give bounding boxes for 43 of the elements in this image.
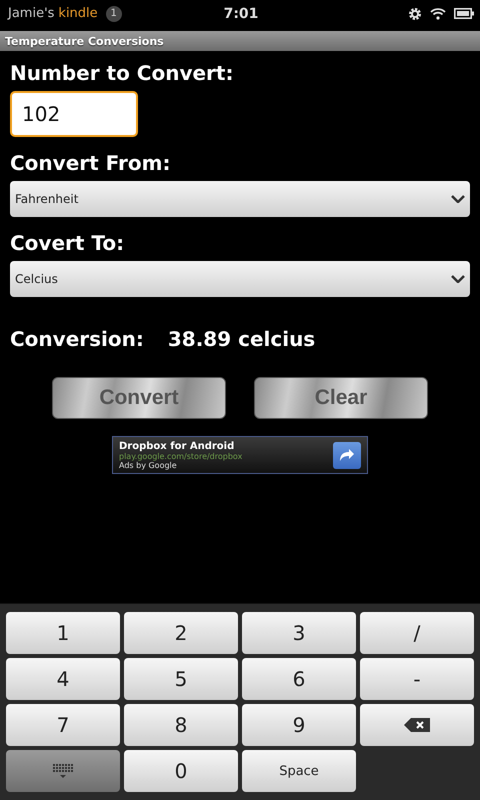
hide-keyboard-key[interactable] [6, 750, 120, 792]
device-brand: kindle [58, 6, 98, 21]
keyboard-key[interactable]: - [360, 658, 474, 700]
field-label: Number to Convert: [10, 61, 234, 85]
keyboard-key[interactable]: 3 [242, 612, 356, 654]
keyboard-key[interactable]: 4 [6, 658, 120, 700]
conversion-result: 38.89 celcius [168, 327, 316, 351]
backspace-key[interactable] [360, 704, 474, 746]
space-key[interactable]: Space [242, 750, 356, 792]
action-button[interactable]: Clear [254, 377, 428, 419]
notification-badge[interactable]: 1 [106, 6, 122, 22]
ad-url: play.google.com/store/dropbox [119, 452, 244, 460]
field-label: Covert To: [10, 231, 126, 255]
field-label: Convert From: [10, 151, 172, 175]
keyboard-key[interactable]: 0 [124, 750, 238, 792]
ad-attribution: Ads by Google [119, 460, 177, 470]
dropdown-field[interactable]: Fahrenheit [10, 181, 470, 217]
dropdown-field[interactable]: Celcius [10, 261, 470, 297]
backspace-icon [404, 718, 430, 732]
battery-icon[interactable] [454, 8, 474, 19]
chevron-down-icon [451, 195, 465, 203]
app-title: Temperature Conversions [5, 34, 164, 48]
keyboard-key[interactable]: / [360, 612, 474, 654]
wifi-icon[interactable] [430, 7, 446, 20]
keyboard-key[interactable]: 6 [242, 658, 356, 700]
number-input-field[interactable]: 102 [10, 91, 138, 137]
keyboard-key[interactable]: 7 [6, 704, 120, 746]
action-button[interactable]: Convert [52, 377, 226, 419]
conversion-label: Conversion: [10, 327, 144, 351]
keyboard-key[interactable]: 8 [124, 704, 238, 746]
keyboard-key[interactable]: 9 [242, 704, 356, 746]
keyboard-icon [52, 764, 74, 778]
keyboard-key[interactable]: 5 [124, 658, 238, 700]
ad-banner[interactable]: Dropbox for Android play.google.com/store/dropbox Ads by Google [112, 436, 368, 474]
keyboard-key[interactable]: 2 [124, 612, 238, 654]
ad-title: Dropbox for Android [119, 440, 234, 452]
chevron-down-icon [451, 275, 465, 283]
keyboard-key[interactable]: 1 [6, 612, 120, 654]
settings-icon[interactable] [408, 6, 422, 20]
share-arrow-icon [339, 448, 355, 462]
clock: 7:01 [224, 6, 258, 22]
share-button[interactable] [333, 442, 361, 468]
device-owner: Jamie's [8, 6, 54, 21]
